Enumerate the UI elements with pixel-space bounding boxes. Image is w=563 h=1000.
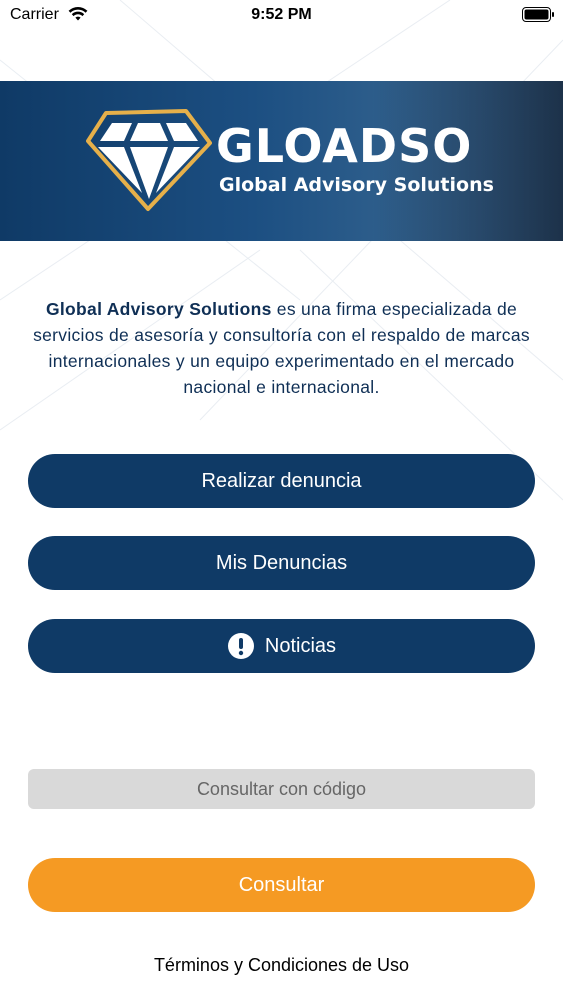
realizar-denuncia-label: Realizar denuncia [201,469,362,492]
noticias-button[interactable]: Noticias [28,619,535,673]
company-description: Global Advisory Solutions es una firma e… [20,296,543,400]
status-bar: Carrier 9:52 PM [0,0,563,30]
description-company-name: Global Advisory Solutions [45,299,272,319]
terms-link[interactable]: Términos y Condiciones de Uso [0,955,563,976]
alert-circle-icon [227,633,254,659]
mis-denuncias-button[interactable]: Mis Denuncias [28,536,535,590]
realizar-denuncia-button[interactable]: Realizar denuncia [28,454,535,508]
battery-icon [522,7,554,22]
noticias-label: Noticias [264,634,337,657]
mis-denuncias-label: Mis Denuncias [215,551,348,574]
consultar-button[interactable]: Consultar [28,858,535,912]
brand-name: GLOADSO [216,119,473,173]
diamond-icon [86,109,212,211]
codigo-input[interactable] [28,769,535,809]
header-banner: GLOADSO Global Advisory Solutions [0,81,563,241]
status-time: 9:52 PM [251,6,312,23]
brand-subtitle: Global Advisory Solutions [219,174,494,196]
consultar-label: Consultar [238,873,325,896]
